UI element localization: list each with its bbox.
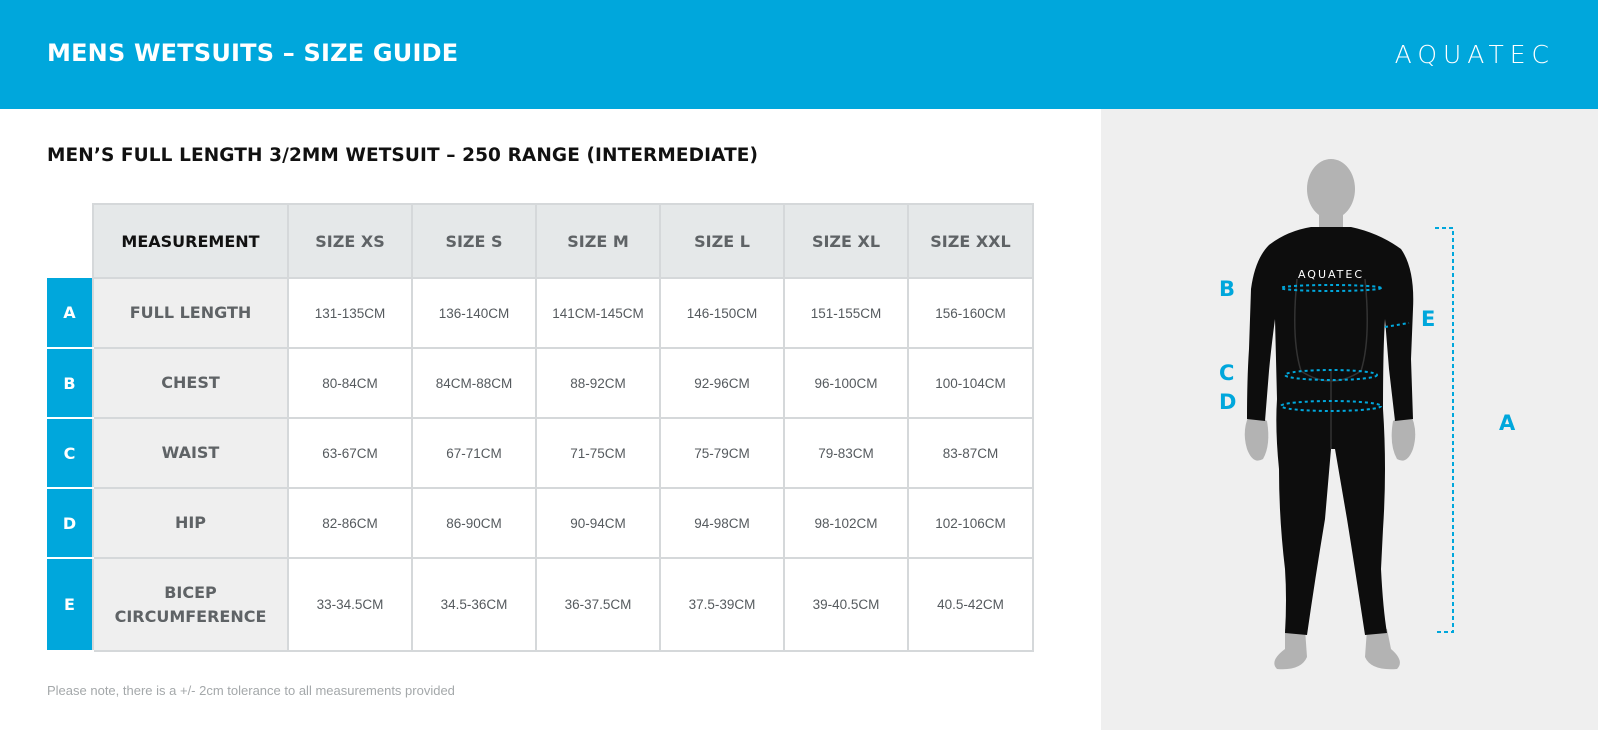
table-cell: 88-92CM xyxy=(535,347,661,419)
table-cell: 33-34.5CM xyxy=(287,557,413,652)
row-measurement-name: FULL LENGTH xyxy=(92,277,289,349)
table-row-chest: B CHEST 80-84CM 84CM-88CM 88-92CM 92-96C… xyxy=(47,347,1034,419)
full-length-measure-line xyxy=(1435,227,1454,633)
row-measurement-name-line: BICEP xyxy=(164,582,217,602)
table-cell: 96-100CM xyxy=(783,347,909,419)
size-table: MEASUREMENT SIZE XS SIZE S SIZE M SIZE L… xyxy=(47,203,1034,652)
row-letter: A xyxy=(47,278,93,349)
column-header-size-l: SIZE L xyxy=(659,203,785,279)
row-letter: B xyxy=(47,348,93,419)
table-cell: 34.5-36CM xyxy=(411,557,537,652)
table-cell: 136-140CM xyxy=(411,277,537,349)
label-c: C xyxy=(1219,361,1235,385)
column-header-size-s: SIZE S xyxy=(411,203,537,279)
page-title: MENS WETSUITS – SIZE GUIDE xyxy=(47,39,459,67)
table-cell: 80-84CM xyxy=(287,347,413,419)
row-measurement-name: BICEP CIRCUMFERENCE xyxy=(92,557,289,652)
column-header-size-xxl: SIZE XXL xyxy=(907,203,1034,279)
table-cell: 82-86CM xyxy=(287,487,413,559)
table-cell: 141CM-145CM xyxy=(535,277,661,349)
table-cell: 146-150CM xyxy=(659,277,785,349)
row-measurement-name: HIP xyxy=(92,487,289,559)
table-cell: 131-135CM xyxy=(287,277,413,349)
column-header-size-xs: SIZE XS xyxy=(287,203,413,279)
table-cell: 84CM-88CM xyxy=(411,347,537,419)
table-cell: 102-106CM xyxy=(907,487,1034,559)
table-cell: 98-102CM xyxy=(783,487,909,559)
wetsuit-figure: AQUATEC B C D E A xyxy=(1101,109,1598,730)
table-cell: 92-96CM xyxy=(659,347,785,419)
row-letter: E xyxy=(47,558,93,652)
label-b: B xyxy=(1219,277,1236,301)
table-cell: 75-79CM xyxy=(659,417,785,489)
table-cell: 156-160CM xyxy=(907,277,1034,349)
table-cell: 39-40.5CM xyxy=(783,557,909,652)
label-a: A xyxy=(1499,411,1516,435)
table-cell: 151-155CM xyxy=(783,277,909,349)
right-foot-shape xyxy=(1365,629,1400,670)
table-cell: 67-71CM xyxy=(411,417,537,489)
tolerance-footnote: Please note, there is a +/- 2cm toleranc… xyxy=(47,683,455,698)
table-cell: 36-37.5CM xyxy=(535,557,661,652)
wetsuit-body-shape xyxy=(1247,227,1414,635)
header-bar: MENS WETSUITS – SIZE GUIDE AQUATEC xyxy=(0,0,1598,109)
row-letter: D xyxy=(47,488,93,559)
row-measurement-name: CHEST xyxy=(92,347,289,419)
row-letter: C xyxy=(47,418,93,489)
section-title: MEN’S FULL LENGTH 3/2MM WETSUIT – 250 RA… xyxy=(47,145,759,166)
table-cell: 40.5-42CM xyxy=(907,557,1034,652)
label-e: E xyxy=(1421,307,1436,331)
table-row-full-length: A FULL LENGTH 131-135CM 136-140CM 141CM-… xyxy=(47,277,1034,349)
label-d: D xyxy=(1219,390,1237,414)
column-header-measurement: MEASUREMENT xyxy=(92,203,289,279)
table-cell: 100-104CM xyxy=(907,347,1034,419)
table-cell: 37.5-39CM xyxy=(659,557,785,652)
table-cell: 63-67CM xyxy=(287,417,413,489)
table-cell: 83-87CM xyxy=(907,417,1034,489)
column-header-size-xl: SIZE XL xyxy=(783,203,909,279)
table-cell: 86-90CM xyxy=(411,487,537,559)
table-row-waist: C WAIST 63-67CM 67-71CM 71-75CM 75-79CM … xyxy=(47,417,1034,489)
table-corner xyxy=(47,204,93,278)
table-cell: 90-94CM xyxy=(535,487,661,559)
wetsuit-illustration: AQUATEC xyxy=(1244,159,1454,670)
table-cell: 94-98CM xyxy=(659,487,785,559)
brand-logo: AQUATEC xyxy=(1394,40,1555,69)
table-row-bicep: E BICEP CIRCUMFERENCE 33-34.5CM 34.5-36C… xyxy=(47,557,1034,652)
table-row-hip: D HIP 82-86CM 86-90CM 90-94CM 94-98CM 98… xyxy=(47,487,1034,559)
column-header-size-m: SIZE M xyxy=(535,203,661,279)
table-cell: 79-83CM xyxy=(783,417,909,489)
row-measurement-name: WAIST xyxy=(92,417,289,489)
table-cell: 71-75CM xyxy=(535,417,661,489)
suit-brand-text: AQUATEC xyxy=(1298,268,1364,281)
row-measurement-name-line: CIRCUMFERENCE xyxy=(114,606,267,626)
left-foot-shape xyxy=(1274,629,1307,670)
